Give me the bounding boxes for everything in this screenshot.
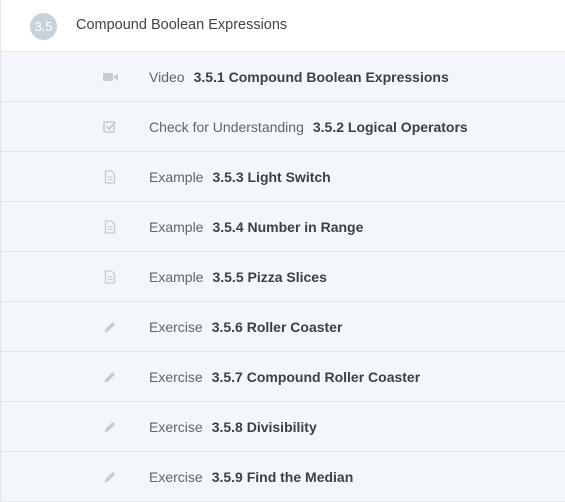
lesson-item-list: Video 3.5.1 Compound Boolean Expressions …: [0, 52, 565, 502]
checkbox-icon: [103, 120, 117, 134]
lesson-item[interactable]: Exercise 3.5.6 Roller Coaster: [0, 302, 565, 352]
lesson-item[interactable]: Video 3.5.1 Compound Boolean Expressions: [0, 52, 565, 102]
item-type: Exercise: [149, 369, 203, 385]
pencil-icon: [103, 320, 117, 334]
item-name: 3.5.5 Pizza Slices: [212, 269, 327, 285]
lesson-item[interactable]: Check for Understanding 3.5.2 Logical Ope…: [0, 102, 565, 152]
item-name: 3.5.6 Roller Coaster: [211, 319, 343, 335]
pencil-icon: [103, 420, 117, 434]
item-name: 3.5.3 Light Switch: [212, 169, 331, 185]
document-icon: [103, 220, 117, 234]
item-type: Video: [149, 69, 185, 85]
item-type: Exercise: [149, 319, 203, 335]
item-type: Check for Understanding: [149, 119, 304, 135]
item-name: 3.5.4 Number in Range: [212, 219, 364, 235]
item-name: 3.5.9 Find the Median: [211, 469, 354, 485]
item-type: Exercise: [149, 469, 203, 485]
item-type: Example: [149, 169, 204, 185]
item-name: 3.5.8 Divisibility: [211, 419, 317, 435]
item-type: Example: [149, 269, 204, 285]
video-icon: [103, 70, 118, 84]
item-name: 3.5.2 Logical Operators: [312, 119, 468, 135]
section-number-badge: 3.5: [30, 13, 57, 40]
lesson-item[interactable]: Exercise 3.5.7 Compound Roller Coaster: [0, 352, 565, 402]
pencil-icon: [103, 370, 117, 384]
section-title: Compound Boolean Expressions: [76, 17, 288, 33]
lesson-item[interactable]: Example 3.5.5 Pizza Slices: [0, 252, 565, 302]
item-name: 3.5.7 Compound Roller Coaster: [211, 369, 421, 385]
item-type: Exercise: [149, 419, 203, 435]
lesson-item[interactable]: Example 3.5.4 Number in Range: [0, 202, 565, 252]
section-header[interactable]: 3.5 Compound Boolean Expressions: [0, 0, 565, 52]
lesson-item[interactable]: Exercise 3.5.8 Divisibility: [0, 402, 565, 452]
document-icon: [103, 170, 117, 184]
lesson-item[interactable]: Exercise 3.5.9 Find the Median: [0, 452, 565, 502]
item-name: 3.5.1 Compound Boolean Expressions: [193, 69, 449, 85]
document-icon: [103, 270, 117, 284]
item-type: Example: [149, 219, 204, 235]
lesson-item[interactable]: Example 3.5.3 Light Switch: [0, 152, 565, 202]
pencil-icon: [103, 470, 117, 484]
